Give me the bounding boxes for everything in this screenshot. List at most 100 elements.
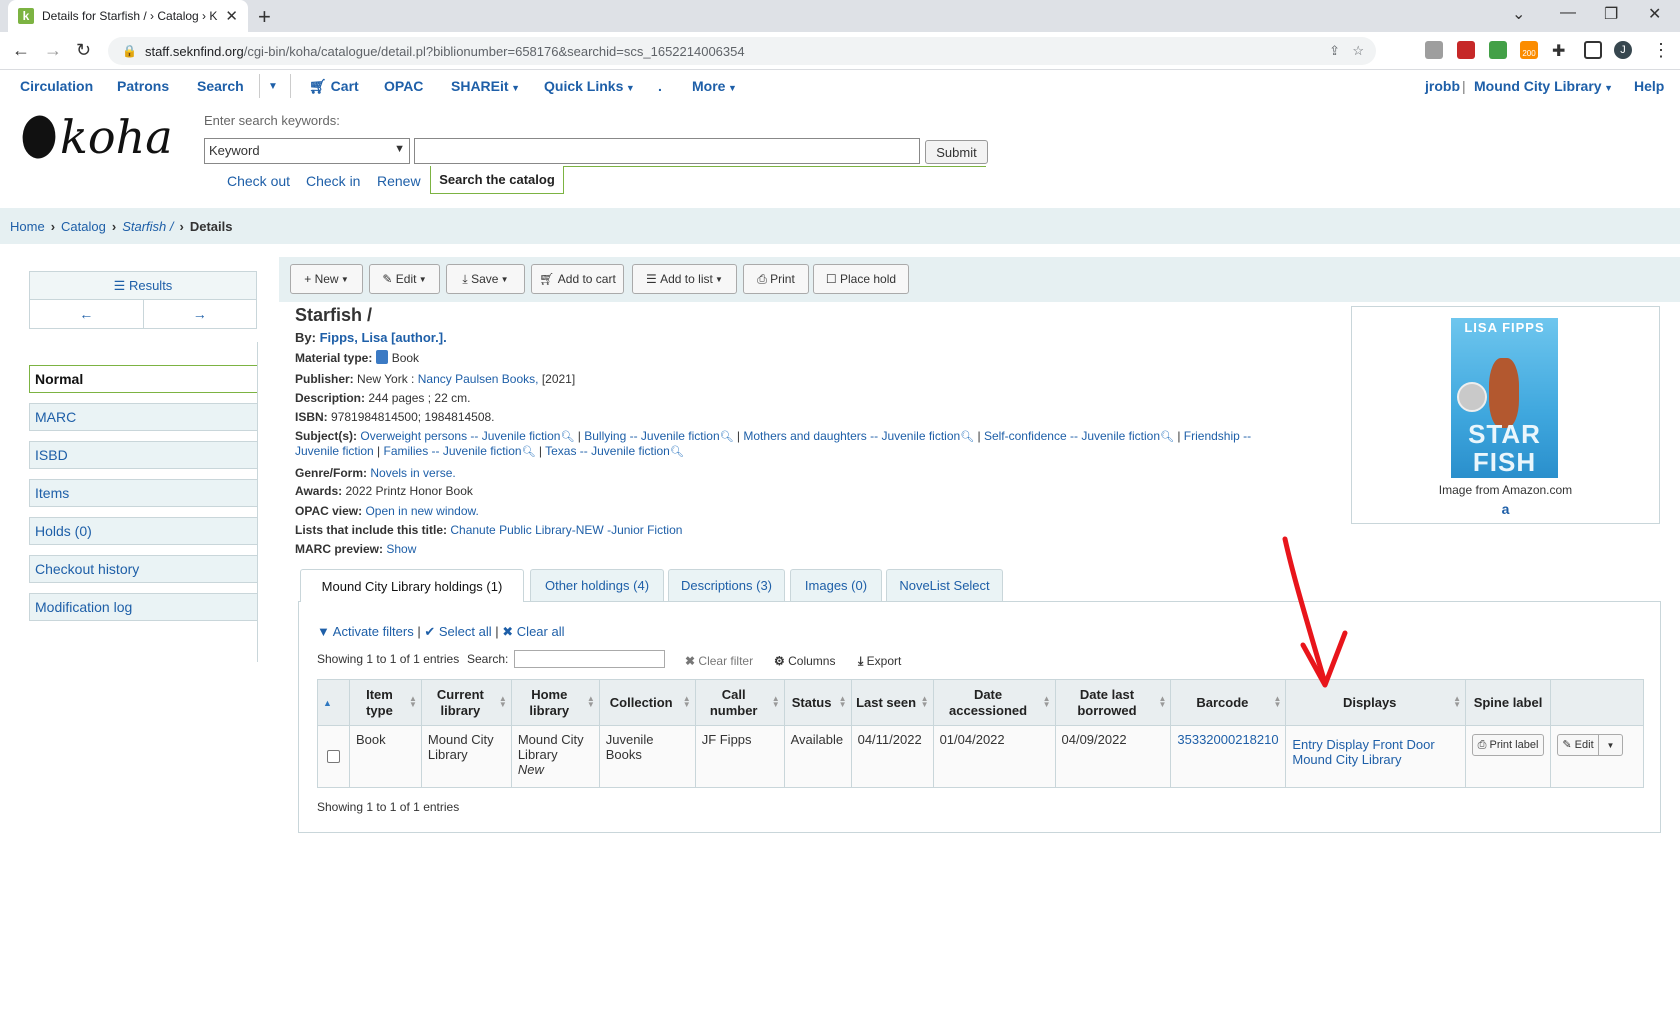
subject-link[interactable]: Juvenile fiction xyxy=(295,444,374,458)
reload-icon[interactable]: ↻ xyxy=(76,40,91,61)
column-header-item-type[interactable]: Item type ▲ ▼ xyxy=(348,679,422,726)
opac-link[interactable]: Open in new window. xyxy=(365,504,478,518)
side-panel-icon[interactable] xyxy=(1584,41,1602,59)
extension-cast-icon[interactable] xyxy=(1425,41,1443,59)
export-button[interactable]: ⤓ Export xyxy=(858,654,901,669)
new-tab-icon[interactable]: + xyxy=(258,4,271,30)
bookmark-star-icon[interactable]: ☆ xyxy=(1352,43,1364,59)
column-header-status[interactable]: Status ▲ ▼ xyxy=(783,679,852,726)
column-header-select[interactable]: ▲ xyxy=(317,679,350,726)
submit-button[interactable]: Submit xyxy=(925,140,988,164)
cover-image[interactable]: LISA FIPPS STAR FISH xyxy=(1451,318,1558,478)
print-label-button[interactable]: ⎙ Print label xyxy=(1472,734,1545,756)
amazon-logo-icon[interactable]: a xyxy=(1352,501,1659,517)
column-header-home-library[interactable]: Home library ▲ ▼ xyxy=(510,679,600,726)
sidebar-item-checkout-history[interactable]: Checkout history xyxy=(29,555,257,583)
nav-patrons[interactable]: Patrons xyxy=(117,78,169,94)
columns-button[interactable]: ⚙ Columns xyxy=(774,654,835,668)
row-checkbox[interactable] xyxy=(326,750,340,763)
clear-all-link[interactable]: ✖ Clear all xyxy=(502,624,564,639)
subject-link[interactable]: Friendship -- xyxy=(1184,429,1251,443)
breadcrumb-home[interactable]: Home xyxy=(10,219,45,234)
tab-other-holdings[interactable]: Other holdings (4) xyxy=(530,569,664,601)
restore-icon[interactable]: ❐ xyxy=(1604,4,1618,24)
breadcrumb-record[interactable]: Starfish / xyxy=(122,219,173,234)
tab-images[interactable]: Images (0) xyxy=(790,569,882,601)
nav-dot[interactable]: . xyxy=(658,78,662,94)
tab-renew[interactable]: Renew xyxy=(377,173,421,189)
window-close-icon[interactable]: ✕ xyxy=(1648,4,1661,24)
displays-link[interactable]: Entry Display Front Door Mound City Libr… xyxy=(1292,737,1434,767)
add-to-list-button[interactable]: ☰ Add to list ▼ xyxy=(632,264,737,294)
nav-library[interactable]: Mound City Library ▼ xyxy=(1474,78,1613,94)
column-header-date-last-borrowed[interactable]: Date last borrowed ▲ ▼ xyxy=(1054,679,1172,726)
browser-menu-icon[interactable]: ⋮ xyxy=(1652,40,1670,61)
subject-link[interactable]: Self-confidence -- Juvenile fiction xyxy=(984,429,1160,443)
profile-avatar[interactable]: J xyxy=(1614,41,1632,59)
place-hold-button[interactable]: ☐ Place hold xyxy=(813,264,909,294)
sidebar-item-items[interactable]: Items xyxy=(29,479,257,507)
edit-button[interactable]: ✎ Edit ▼ xyxy=(369,264,440,294)
minimize-icon[interactable]: — xyxy=(1560,4,1576,22)
publisher-link[interactable]: Nancy Paulsen Books, xyxy=(418,372,539,386)
tab-novelist[interactable]: NoveList Select xyxy=(886,569,1003,601)
subject-link[interactable]: Bullying -- Juvenile fiction xyxy=(584,429,719,443)
chevron-down-icon[interactable]: ▼ xyxy=(1599,734,1624,756)
sidebar-item-isbd[interactable]: ISBD xyxy=(29,441,257,469)
print-button[interactable]: ⎙ Print xyxy=(743,264,809,294)
column-header-current-library[interactable]: Current library ▲ ▼ xyxy=(420,679,512,726)
column-header-barcode[interactable]: Barcode ▲ ▼ xyxy=(1170,679,1287,726)
author-link[interactable]: Fipps, Lisa [author.]. xyxy=(320,330,447,345)
nav-search-dropdown-icon[interactable]: ▼ xyxy=(268,81,278,92)
marc-preview-link[interactable]: Show xyxy=(386,542,416,556)
share-icon[interactable]: ⇪ xyxy=(1329,43,1340,59)
sidebar-item-marc[interactable]: MARC xyxy=(29,403,257,431)
search-input[interactable] xyxy=(414,138,920,164)
subject-link[interactable]: Texas -- Juvenile fiction xyxy=(545,444,670,458)
nav-more[interactable]: More ▼ xyxy=(692,78,737,94)
nav-search[interactable]: Search xyxy=(197,78,244,94)
column-header-collection[interactable]: Collection ▲ ▼ xyxy=(598,679,696,726)
breadcrumb-catalog[interactable]: Catalog xyxy=(61,219,106,234)
tab-search-catalog[interactable]: Search the catalog xyxy=(430,166,564,194)
table-search-input[interactable] xyxy=(514,650,665,668)
ublock-icon[interactable] xyxy=(1457,41,1475,59)
next-result-arrow-icon[interactable]: → xyxy=(144,300,257,328)
tab-check-out[interactable]: Check out xyxy=(227,173,290,189)
results-link[interactable]: ☰ Results xyxy=(30,272,256,300)
extension-badge-icon[interactable]: 200 xyxy=(1520,41,1538,59)
tab-descriptions[interactable]: Descriptions (3) xyxy=(668,569,785,601)
column-header-date-accessioned[interactable]: Date accessioned ▲ ▼ xyxy=(932,679,1056,726)
extensions-puzzle-icon[interactable]: ✚ xyxy=(1552,41,1570,60)
save-button[interactable]: ⤓ Save ▼ xyxy=(446,264,525,294)
item-edit-button[interactable]: ✎ Edit xyxy=(1557,734,1600,756)
sidebar-item-normal[interactable]: Normal xyxy=(29,365,257,393)
previous-result-arrow-icon[interactable]: ← xyxy=(30,300,144,328)
sidebar-item-modification-log[interactable]: Modification log xyxy=(29,593,257,621)
search-icon[interactable]: 🔍︎ xyxy=(560,431,574,443)
search-icon[interactable]: 🔍︎ xyxy=(522,446,536,458)
subject-link[interactable]: Families -- Juvenile fiction xyxy=(384,444,522,458)
search-icon[interactable]: 🔍︎ xyxy=(720,431,734,443)
nav-opac[interactable]: OPAC xyxy=(384,78,423,94)
subject-link[interactable]: Mothers and daughters -- Juvenile fictio… xyxy=(743,429,960,443)
search-icon[interactable]: 🔍︎ xyxy=(960,431,974,443)
tab-holdings[interactable]: Mound City Library holdings (1) xyxy=(300,569,524,602)
nav-circulation[interactable]: Circulation xyxy=(20,78,93,94)
subject-link[interactable]: Overweight persons -- Juvenile fiction xyxy=(360,429,560,443)
address-bar[interactable]: 🔒 staff.seknfind.org/cgi-bin/koha/catalo… xyxy=(108,37,1376,65)
new-button[interactable]: + New ▼ xyxy=(290,264,363,294)
select-all-link[interactable]: ✔ Select all xyxy=(424,624,491,639)
column-header-call-number[interactable]: Call number ▲ ▼ xyxy=(694,679,785,726)
clear-filter-button[interactable]: ✖ Clear filter xyxy=(685,654,753,668)
browser-tab[interactable]: k Details for Starfish / › Catalog › K ✕ xyxy=(8,0,248,32)
nav-user[interactable]: jrobb xyxy=(1425,78,1460,94)
nav-help[interactable]: Help xyxy=(1634,78,1664,94)
list-link[interactable]: Chanute Public Library-NEW -Junior Ficti… xyxy=(450,523,682,537)
extension-green-icon[interactable] xyxy=(1489,41,1507,59)
search-icon[interactable]: 🔍︎ xyxy=(1160,431,1174,443)
genre-link[interactable]: Novels in verse. xyxy=(370,466,455,480)
add-to-cart-button[interactable]: 🛒︎ Add to cart xyxy=(531,264,624,294)
activate-filters-link[interactable]: ▼ Activate filters xyxy=(317,624,414,639)
back-icon[interactable]: ← xyxy=(12,40,30,61)
